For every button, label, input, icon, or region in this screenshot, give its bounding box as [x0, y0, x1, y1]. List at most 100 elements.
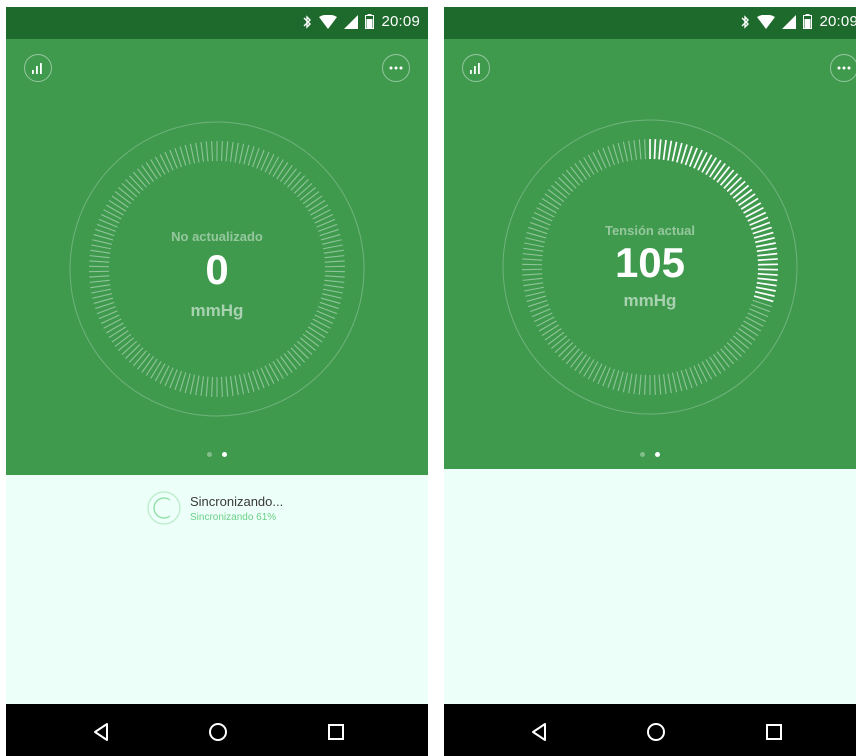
more-options-button[interactable]: [830, 54, 856, 82]
gauge-tick-active: [658, 139, 662, 160]
gauge-tick: [709, 356, 722, 374]
gauge-tick: [125, 179, 141, 194]
gauge-tick-active: [667, 140, 673, 161]
gauge-tick: [302, 191, 320, 205]
gauge-tick: [745, 316, 764, 327]
more-options-icon: [389, 66, 403, 70]
back-button[interactable]: [86, 717, 116, 747]
gauge-tick: [622, 141, 629, 162]
stats-button[interactable]: [462, 54, 490, 82]
gauge-tick: [638, 374, 642, 395]
gauge-tick: [141, 165, 154, 182]
gauge-tick: [108, 326, 127, 339]
gauge-tick: [578, 356, 591, 374]
page-dot[interactable]: [640, 452, 645, 457]
gauge-tick: [738, 328, 756, 341]
page-dot-active[interactable]: [655, 452, 660, 457]
gauge-tick: [200, 141, 205, 162]
wifi-icon: [319, 14, 338, 29]
more-options-button[interactable]: [382, 54, 410, 82]
gauge-tick: [220, 376, 223, 397]
gauge-tick: [544, 328, 562, 341]
battery-icon: [803, 14, 813, 29]
home-circle-icon: [647, 723, 665, 741]
gauge-tick: [541, 197, 560, 210]
gauge-tick: [587, 154, 599, 173]
gauge-tick: [268, 363, 280, 382]
page-indicator: [207, 452, 227, 457]
gauge-tick: [541, 324, 560, 337]
gauge-tick: [538, 202, 557, 214]
gauge-tick: [628, 373, 633, 394]
page-dot-active[interactable]: [222, 452, 227, 457]
gauge-tick: [238, 143, 245, 164]
recent-apps-button[interactable]: [321, 717, 351, 747]
gauge-tick-active: [738, 193, 756, 207]
gauge-tick: [538, 320, 557, 332]
gauge-tick: [574, 163, 587, 180]
gauge-tick: [622, 372, 629, 393]
gauge-tick: [293, 344, 309, 359]
gauge-tick: [578, 160, 591, 178]
phone-screen-right: 20:09 Tensión actual 105 mmHg: [444, 0, 856, 756]
gauge-tick-active: [662, 139, 667, 160]
gauge-value: 0: [205, 246, 229, 293]
gauge-tick: [558, 342, 574, 357]
gauge-tick-active: [719, 169, 735, 186]
gauge-tick: [111, 195, 129, 208]
recent-apps-button[interactable]: [759, 717, 789, 747]
gauge-tick: [680, 370, 688, 390]
gauge-tick: [302, 333, 320, 347]
gauge-tick-active: [709, 159, 722, 178]
sync-spinner-icon: [147, 491, 181, 525]
gauge-tick: [644, 139, 647, 160]
pressure-gauge: No actualizado 0 mmHg: [67, 119, 367, 419]
gauge-tick: [305, 195, 323, 208]
gauge-tick: [220, 141, 223, 162]
navigation-bar: [6, 704, 428, 756]
gauge-tick: [287, 171, 302, 188]
page-dot[interactable]: [207, 452, 212, 457]
gauge-tick: [229, 376, 234, 397]
gauge-tick: [105, 204, 124, 216]
gauge-tick: [276, 162, 289, 180]
gauge-tick: [141, 356, 154, 373]
stats-button[interactable]: [24, 54, 52, 82]
status-icons: 20:09: [740, 13, 856, 30]
gauge-tick: [128, 175, 144, 191]
gauge-tick: [536, 207, 555, 218]
phone-screen-left: 20:09 No actualizado 0 mmHg Sincronizand…: [6, 0, 428, 756]
gauge-tick: [310, 204, 329, 216]
gauge-tick: [111, 330, 129, 343]
gauge-tick: [561, 345, 577, 361]
gauge-tick: [234, 375, 239, 396]
home-button[interactable]: [641, 717, 671, 747]
gauge-tick: [229, 141, 234, 162]
gauge-tick: [743, 320, 762, 332]
gauge-tick: [617, 371, 624, 392]
bluetooth-icon: [741, 14, 750, 29]
gauge-tick: [701, 361, 713, 380]
home-button[interactable]: [203, 717, 233, 747]
bluetooth-icon: [303, 14, 312, 29]
cell-signal-icon: [782, 14, 797, 29]
gauge-tick-active: [726, 176, 743, 193]
gauge-tick: [558, 177, 574, 192]
gauge-tick: [200, 376, 205, 397]
gauge-tick: [705, 359, 717, 377]
gauge-tick: [587, 361, 599, 380]
gauge-status-label: No actualizado: [171, 229, 263, 244]
gauge-tick: [195, 142, 200, 163]
gauge-tick: [735, 331, 753, 345]
gauge-tick: [307, 199, 326, 212]
gauge-tick: [243, 144, 250, 165]
gauge-tick-active: [676, 142, 683, 163]
gauge-tick: [283, 353, 297, 370]
gauge-tick-active: [740, 197, 759, 210]
gauge-tick: [205, 376, 209, 397]
gauge-tick-active: [705, 157, 718, 176]
home-circle-icon: [209, 723, 227, 741]
gauge-tick: [612, 144, 620, 164]
gauge-tick: [132, 171, 147, 188]
back-button[interactable]: [524, 717, 554, 747]
